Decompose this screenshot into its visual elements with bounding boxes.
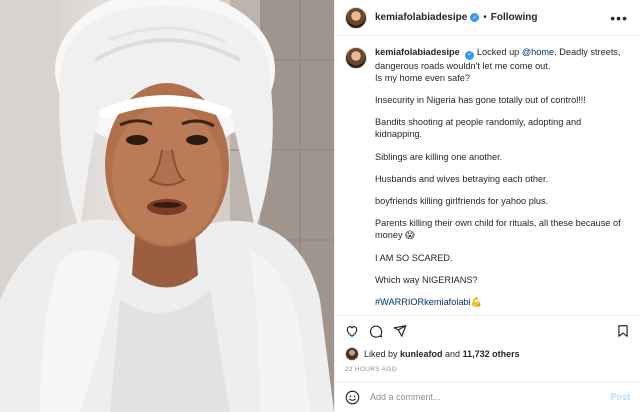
flexed-biceps-emoji: 💪 — [470, 297, 483, 308]
comment-icon[interactable] — [369, 324, 383, 338]
caption-area: kemiafolabiadesipe ✓ Locked up @home. De… — [335, 36, 640, 315]
likes-row: Liked by kunleafod and 11,732 others — [335, 345, 640, 361]
smiley-icon[interactable] — [345, 390, 360, 405]
instagram-post: kemiafolabiadesipe ✓ • Following ••• kem… — [0, 0, 640, 412]
caption-line2: Is my home even safe? — [375, 72, 470, 83]
caption-text: kemiafolabiadesipe ✓ Locked up @home. De… — [375, 46, 628, 315]
liker-username[interactable]: kunleafod — [400, 349, 443, 359]
author-username[interactable]: kemiafolabiadesipe — [375, 12, 467, 23]
caption-verified-badge-icon: ✓ — [465, 50, 475, 60]
caption-opening: Locked up — [476, 47, 522, 57]
caption-paragraph: Parents killing their own child for ritu… — [375, 218, 621, 241]
caption-paragraph: Bandits shooting at people randomly, ado… — [375, 117, 582, 140]
caption-paragraph: Husbands and wives betraying each other. — [375, 173, 549, 184]
likes-count[interactable]: 11,732 others — [463, 349, 520, 359]
caption-avatar[interactable] — [345, 47, 367, 69]
action-bar — [335, 315, 640, 345]
post-button[interactable]: Post — [610, 392, 630, 402]
mention-link[interactable]: @home — [522, 47, 554, 57]
author-avatar[interactable] — [345, 6, 367, 29]
caption-intro: kemiafolabiadesipe ✓ Locked up @home. De… — [375, 46, 628, 84]
heart-icon[interactable] — [345, 324, 359, 338]
caption-paragraph: Siblings are killing one another. — [375, 151, 503, 162]
likes-text: Liked by kunleafod and 11,732 others — [364, 349, 520, 359]
hashtag-link[interactable]: #WARRIORkemiafolabi — [375, 297, 471, 307]
ellipsis-icon[interactable]: ••• — [610, 11, 628, 25]
caption-hashtag-line: #WARRIORkemiafolabi💪 — [375, 296, 628, 308]
share-icon[interactable] — [393, 324, 407, 338]
header-separator: • — [483, 12, 487, 23]
verified-badge-icon: ✓ — [470, 13, 480, 22]
post-video[interactable] — [0, 0, 334, 412]
caption-paragraph: Insecurity in Nigeria has gone totally o… — [375, 95, 586, 105]
caption-paragraph: I AM SO SCARED. — [375, 252, 453, 263]
caption-paragraph: Which way NIGERIANS? — [375, 274, 478, 285]
following-button[interactable]: Following — [491, 12, 538, 23]
bookmark-icon[interactable] — [616, 324, 630, 338]
caption-username[interactable]: kemiafolabiadesipe — [375, 47, 460, 57]
caption-paragraph: boyfriends killing girlfriends for yahoo… — [375, 196, 549, 207]
post-timestamp[interactable]: 22 HOURS AGO — [335, 361, 640, 382]
liker-avatar[interactable] — [345, 347, 359, 361]
likes-middle: and — [442, 349, 463, 359]
post-side-panel: kemiafolabiadesipe ✓ • Following ••• kem… — [334, 0, 640, 412]
likes-prefix: Liked by — [364, 349, 401, 359]
comment-input[interactable] — [370, 392, 611, 402]
post-header: kemiafolabiadesipe ✓ • Following ••• — [335, 0, 640, 36]
comment-bar: Post — [335, 382, 640, 412]
video-frame-illustration — [0, 0, 334, 412]
